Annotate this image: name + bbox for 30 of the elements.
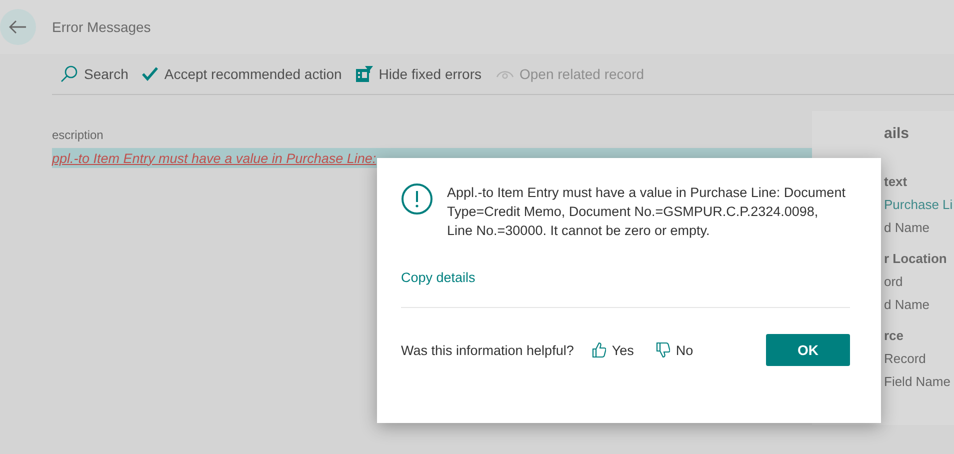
column-header: escription [52,128,104,142]
no-button[interactable]: No [656,342,694,358]
thumbs-down-icon [656,342,670,358]
details-text: ord [884,274,904,291]
details-text: r Location [884,251,948,268]
error-message: Appl.-to Item Entry must have a value in Purchase Line: Document Type=Credit Memo, Document No.=GSMPUR.C.P.2324.0098, Line No.=30000. It cannot be zero or empty. [447,184,846,240]
search-icon [60,65,78,83]
toolbar-button[interactable]: Hide fixed errors [356,66,482,82]
checkmark-icon [142,67,158,81]
details-text: text [884,174,908,191]
details-text: Field Name [884,374,952,391]
thumbs-up-icon [592,342,606,358]
exclamation-icon [401,183,433,215]
details-heading: ails [884,125,910,144]
details-text: Record [884,351,927,368]
filter-list-icon [356,66,373,82]
toolbar-button[interactable]: Accept recommended action [142,66,342,82]
back-arrow-icon [9,20,27,34]
copy-details-link[interactable]: Copy details [401,270,476,285]
feedback-question: Was this information helpful? [401,342,574,358]
details-text: d Name [884,297,931,314]
back-button[interactable] [0,9,36,45]
details-text: d Name [884,220,931,237]
yes-button[interactable]: Yes [592,342,634,358]
toolbar-button[interactable]: Search [60,65,128,83]
details-link[interactable]: Purchase Li [884,197,954,220]
details-text: rce [884,328,905,345]
ok-button[interactable]: OK [766,334,850,366]
page-title: Error Messages [52,19,151,35]
eye-icon [496,68,514,80]
